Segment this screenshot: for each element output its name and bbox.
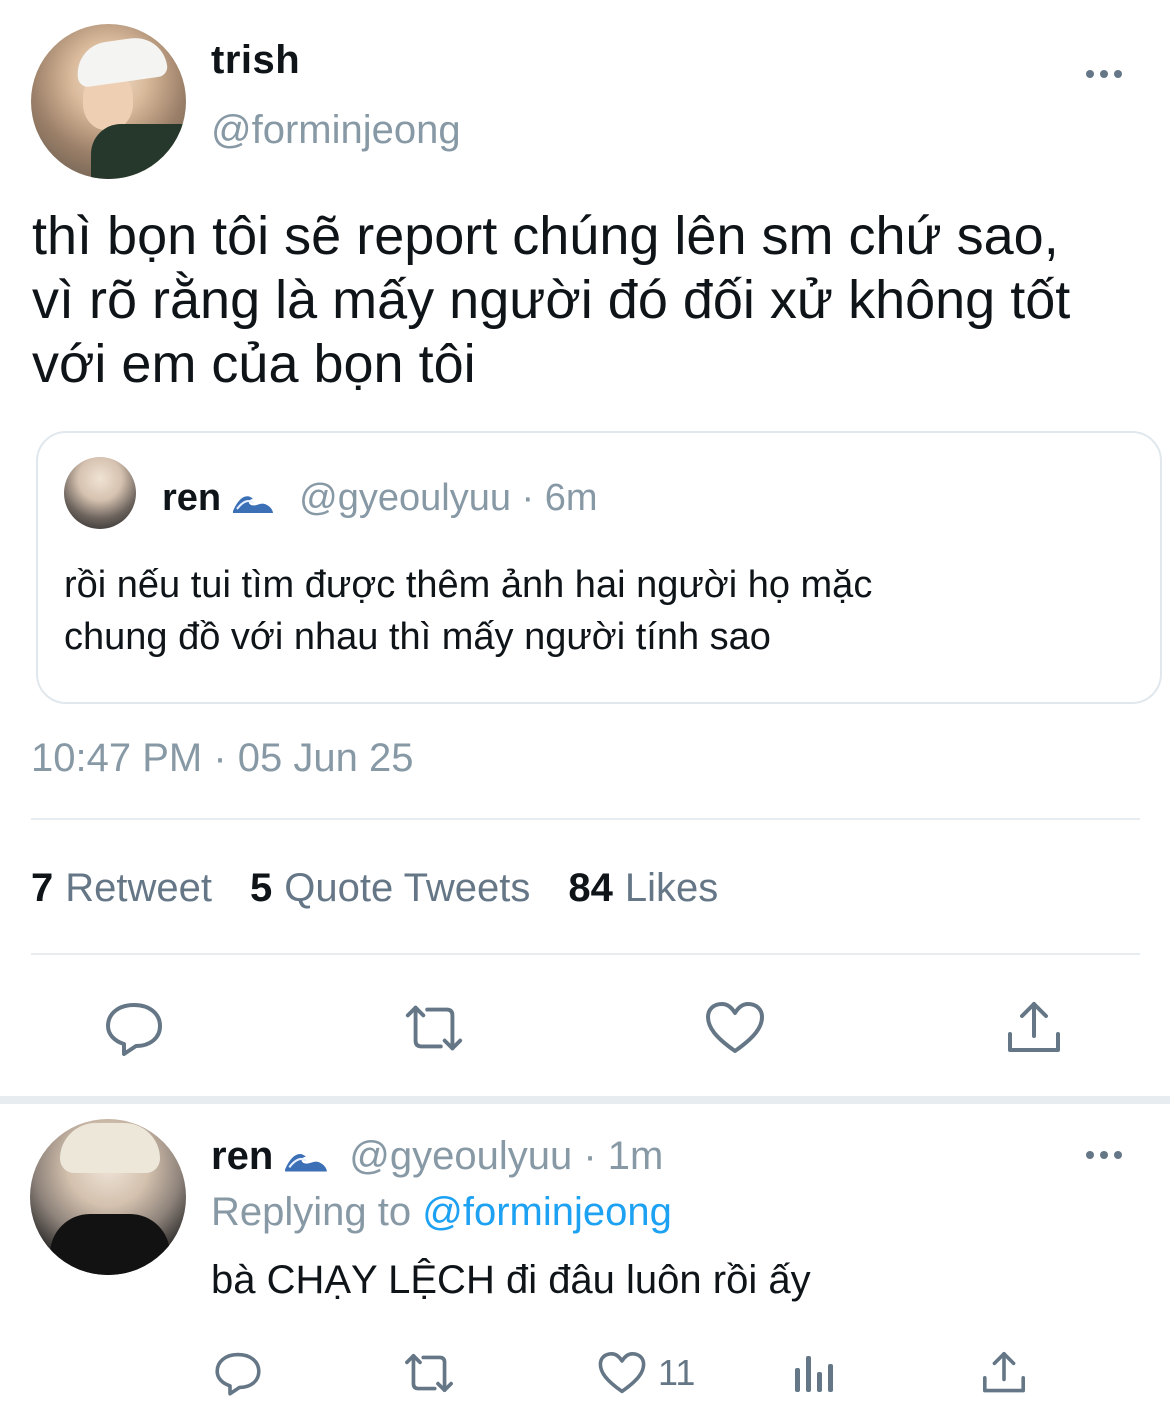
quoted-tweet-card[interactable]: ren @gyeoulyuu · 6m rồi nếu tui tìm được…: [36, 431, 1162, 704]
tweet-text-line: thì bọn tôi sẽ report chúng lên sm chứ s…: [32, 206, 1059, 266]
like-count-number: 84: [568, 866, 613, 910]
quoted-text-line: rồi nếu tui tìm được thêm ảnh hai người …: [64, 564, 873, 606]
retweet-count-number: 7: [31, 866, 54, 910]
wave-icon: [283, 1140, 330, 1176]
reply-header: ren @gyeoulyuu · 1m: [211, 1134, 663, 1179]
reply-avatar[interactable]: [30, 1119, 186, 1275]
reply-like-count: 11: [658, 1352, 696, 1393]
reply-icon[interactable]: [214, 1345, 262, 1401]
replying-to-link[interactable]: @forminjeong: [422, 1190, 672, 1234]
wave-icon: [231, 483, 276, 517]
avatar-shirt: [50, 1214, 170, 1275]
retweet-icon[interactable]: [402, 1345, 456, 1401]
reply-display-name[interactable]: ren: [211, 1134, 273, 1179]
quote-count-label: Quote Tweets: [284, 866, 531, 910]
more-options-icon[interactable]: [1086, 64, 1126, 84]
author-handle[interactable]: @forminjeong: [211, 108, 461, 153]
reply-icon[interactable]: [102, 998, 166, 1058]
share-icon[interactable]: [1002, 998, 1066, 1058]
reply-handle-time: @gyeoulyuu · 1m: [349, 1134, 664, 1178]
like-button[interactable]: 11: [598, 1345, 695, 1401]
like-icon[interactable]: [703, 998, 767, 1058]
avatar[interactable]: [31, 24, 186, 179]
replying-to: Replying to @forminjeong: [211, 1190, 672, 1235]
tweet-text-line: vì rõ rằng là mấy người đó đối xử không …: [32, 270, 1071, 330]
like-count[interactable]: 84 Likes: [568, 866, 718, 911]
author-display-name[interactable]: trish: [211, 38, 300, 83]
quote-count[interactable]: 5 Quote Tweets: [250, 866, 530, 911]
retweet-icon[interactable]: [402, 998, 466, 1058]
quoted-handle-time: @gyeoulyuu · 6m: [299, 477, 598, 519]
tweet-text: thì bọn tôi sẽ report chúng lên sm chứ s…: [32, 204, 1142, 396]
tweet-stats: 7 Retweet 5 Quote Tweets 84 Likes: [31, 866, 718, 911]
avatar-cap: [73, 33, 169, 89]
like-count-label: Likes: [624, 866, 719, 910]
replying-to-prefix: Replying to: [211, 1190, 412, 1234]
tweet-text-line: với em của bọn tôi: [32, 334, 476, 394]
quoted-avatar: [64, 457, 136, 529]
like-icon: [598, 1352, 646, 1394]
share-icon[interactable]: [980, 1345, 1028, 1401]
divider: [31, 953, 1140, 955]
more-options-icon[interactable]: [1086, 1145, 1126, 1165]
quoted-display-name: ren: [162, 477, 222, 519]
avatar-hair: [60, 1123, 160, 1173]
retweet-count-label: Retweet: [65, 866, 212, 910]
divider: [31, 818, 1140, 820]
quoted-tweet-header: ren @gyeoulyuu · 6m: [162, 477, 598, 520]
analytics-icon[interactable]: [792, 1345, 834, 1401]
avatar-jacket: [91, 124, 186, 179]
section-separator: [0, 1096, 1170, 1104]
quoted-text-line: chung đồ với nhau thì mấy người tính sao: [64, 616, 771, 658]
tweet-detail-page: trish @forminjeong thì bọn tôi sẽ report…: [0, 0, 1170, 1422]
tweet-timestamp: 10:47 PM · 05 Jun 25: [31, 736, 414, 780]
quoted-tweet-text: rồi nếu tui tìm được thêm ảnh hai người …: [64, 559, 1124, 663]
quote-count-number: 5: [250, 866, 273, 910]
reply-text: bà CHẠY LỆCH đi đâu luôn rồi ấy: [211, 1258, 811, 1302]
retweet-count[interactable]: 7 Retweet: [31, 866, 212, 911]
